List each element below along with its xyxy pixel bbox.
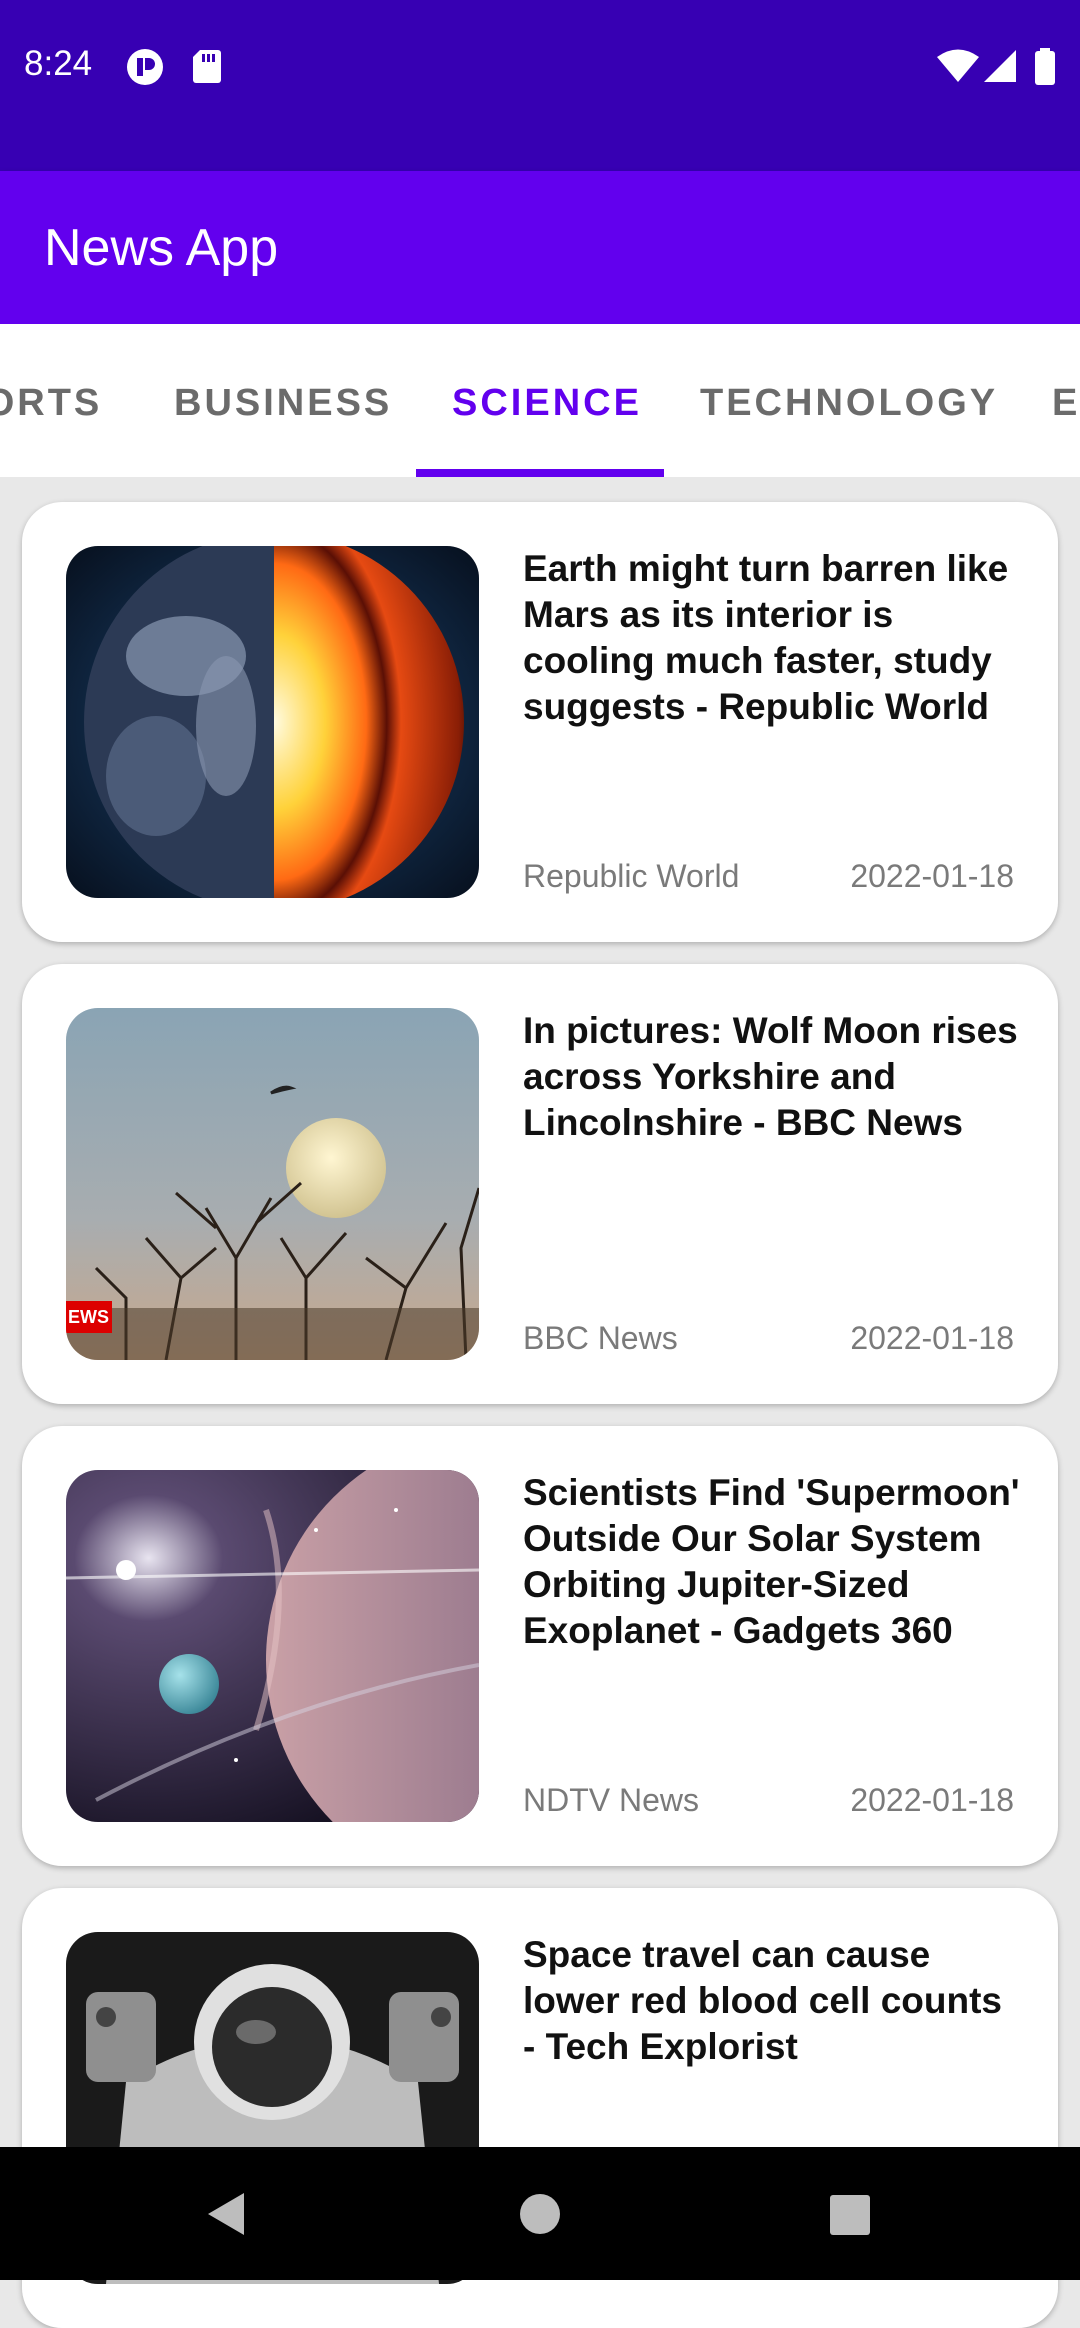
article-title: Earth might turn barren like Mars as its… [523, 548, 1009, 727]
status-time: 8:24 [24, 44, 93, 83]
article-date: 2022-01-18 [850, 858, 1014, 894]
article-source: NDTV News [523, 1782, 700, 1818]
battery-icon [1035, 48, 1055, 85]
news-card[interactable]: Earth might turn barren like Mars as its… [22, 502, 1058, 942]
exoplanet-image [66, 1470, 479, 1822]
notification-app-icon [127, 49, 163, 85]
tab-science[interactable]: SCIENCE [452, 382, 642, 425]
tab-technology[interactable]: TECHNOLOGY [700, 382, 998, 425]
recents-icon[interactable] [829, 2194, 871, 2236]
app-title: News App [44, 219, 279, 277]
active-tab-indicator [416, 469, 664, 477]
system-navigation-bar [0, 2147, 1080, 2280]
earth-core-image [66, 546, 479, 898]
article-date: 2022-01-18 [850, 1320, 1014, 1356]
article-date: 2022-01-18 [850, 1782, 1014, 1818]
article-title: Scientists Find 'Supermoon' Outside Our … [523, 1472, 1020, 1651]
tab-entertainment[interactable]: ENTERTAINMENT [1052, 382, 1080, 425]
article-source: BBC News [523, 1320, 678, 1356]
news-card[interactable]: Scientists Find 'Supermoon' Outside Our … [22, 1426, 1058, 1866]
moon-tree-image: EWS [66, 1008, 479, 1360]
cell-signal-icon [984, 50, 1016, 82]
article-title: In pictures: Wolf Moon rises across York… [523, 1010, 1018, 1143]
news-badge: EWS [68, 1307, 109, 1327]
back-icon[interactable] [206, 2191, 246, 2237]
tab-sports[interactable]: SPORTS [0, 382, 102, 425]
tab-business[interactable]: BUSINESS [174, 382, 392, 425]
app-bar: News App [0, 171, 1080, 324]
sd-card-icon [193, 50, 221, 83]
article-title: Space travel can cause lower red blood c… [523, 1934, 1003, 2067]
status-bar: 8:24 [0, 0, 1080, 171]
news-card[interactable]: EWS In pictures: Wolf Moon rises across … [22, 964, 1058, 1404]
home-icon[interactable] [518, 2192, 562, 2236]
category-tab-bar[interactable]: SPORTS BUSINESS SCIENCE TECHNOLOGY ENTER… [0, 324, 1080, 477]
article-source: Republic World [523, 858, 740, 894]
wifi-icon [937, 49, 979, 82]
